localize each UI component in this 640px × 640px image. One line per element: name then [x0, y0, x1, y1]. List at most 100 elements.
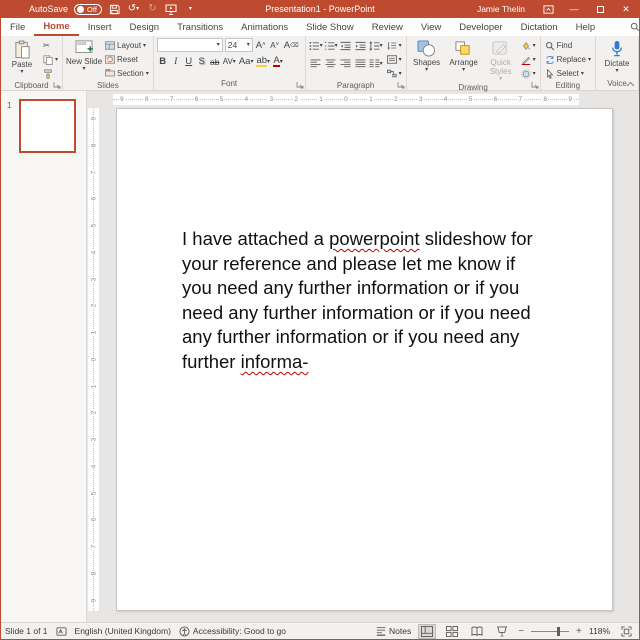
tab-dictation[interactable]: Dictation: [512, 18, 567, 36]
maximize-button[interactable]: [587, 0, 613, 18]
start-from-beginning-button[interactable]: [165, 2, 178, 16]
align-left-button[interactable]: [309, 57, 323, 70]
zoom-slider-thumb[interactable]: [557, 627, 560, 636]
close-button[interactable]: ✕: [613, 0, 639, 18]
reading-view-button[interactable]: [468, 624, 486, 639]
shape-effects-button[interactable]: [520, 67, 537, 80]
search-input[interactable]: Search: [630, 18, 640, 36]
justify-button[interactable]: [354, 57, 368, 70]
vertical-ruler[interactable]: 9876543210123456789: [88, 108, 99, 611]
presentation-icon: [165, 4, 177, 15]
align-text-button[interactable]: [386, 53, 403, 66]
fit-slide-to-window-button[interactable]: [617, 624, 635, 639]
font-name-combobox[interactable]: [157, 38, 223, 52]
section-button[interactable]: Section: [104, 67, 150, 80]
select-button[interactable]: Select: [544, 67, 592, 80]
line-spacing-button[interactable]: [369, 39, 383, 52]
copy-button[interactable]: [42, 53, 59, 66]
increase-indent-button[interactable]: [354, 39, 368, 52]
notes-button[interactable]: Notes: [376, 626, 411, 636]
quick-styles-button[interactable]: Quick Styles: [484, 38, 518, 82]
tab-slide-show[interactable]: Slide Show: [297, 18, 363, 36]
arrange-button[interactable]: Arrange: [446, 38, 482, 73]
clipboard-dialog-launcher[interactable]: [53, 81, 61, 89]
layout-button[interactable]: Layout: [104, 39, 150, 52]
shapes-button[interactable]: Shapes: [410, 38, 444, 73]
slide-text[interactable]: I have attached a powerpoint slideshow f…: [182, 227, 533, 375]
text-direction-button[interactable]: [386, 39, 403, 52]
user-name[interactable]: Jamie Thelin: [477, 4, 525, 14]
text-shadow-button[interactable]: S: [196, 55, 208, 69]
chevron-down-icon: [320, 43, 323, 49]
columns-button[interactable]: [369, 57, 383, 70]
increase-font-size-button[interactable]: A˄: [255, 38, 267, 52]
new-slide-button[interactable]: New Slide: [66, 38, 102, 72]
text-highlight-color-button[interactable]: ab: [255, 55, 271, 69]
undo-button[interactable]: ↺: [127, 2, 140, 16]
normal-view-button[interactable]: [418, 624, 436, 639]
slide-1-thumbnail[interactable]: [19, 99, 76, 153]
layout-label: Layout: [117, 41, 141, 50]
format-painter-button[interactable]: [42, 67, 59, 80]
tab-view[interactable]: View: [412, 18, 450, 36]
dictate-button[interactable]: Dictate: [599, 38, 635, 74]
align-right-button[interactable]: [339, 57, 353, 70]
collapse-ribbon-button[interactable]: [626, 81, 635, 87]
slide-show-button[interactable]: [493, 624, 511, 639]
numbering-button[interactable]: [324, 39, 338, 52]
spell-check-button[interactable]: [56, 626, 67, 637]
tab-animations[interactable]: Animations: [232, 18, 297, 36]
tab-file[interactable]: File: [1, 18, 34, 36]
zoom-slider[interactable]: [531, 631, 569, 632]
find-button[interactable]: Find: [544, 39, 592, 52]
tab-home[interactable]: Home: [34, 18, 78, 36]
strikethrough-button[interactable]: ab: [209, 55, 221, 69]
minimize-icon: —: [570, 4, 579, 14]
font-dialog-launcher[interactable]: [296, 81, 304, 89]
slide-editing-surface[interactable]: I have attached a powerpoint slideshow f…: [116, 108, 613, 611]
decrease-font-size-button[interactable]: A˅: [269, 38, 281, 52]
minimize-button[interactable]: —: [561, 0, 587, 18]
tab-help[interactable]: Help: [567, 18, 605, 36]
ribbon-display-options-button[interactable]: [535, 0, 561, 18]
font-size-combobox[interactable]: 24: [225, 38, 253, 52]
convert-to-smartart-button[interactable]: [386, 67, 403, 80]
cut-button[interactable]: ✂: [42, 39, 59, 52]
save-button[interactable]: [108, 2, 121, 16]
autosave-toggle[interactable]: Off: [74, 4, 102, 15]
tab-review[interactable]: Review: [363, 18, 412, 36]
replace-button[interactable]: Replace: [544, 53, 592, 66]
clear-formatting-button[interactable]: A⌫: [283, 38, 300, 52]
font-color-button[interactable]: A: [272, 55, 284, 69]
shape-fill-button[interactable]: [520, 39, 537, 52]
redo-button[interactable]: ↻: [146, 2, 159, 16]
tab-transitions[interactable]: Transitions: [168, 18, 232, 36]
customize-quick-access-button[interactable]: [184, 2, 197, 16]
accessibility-status[interactable]: Accessibility: Good to go: [179, 626, 286, 637]
character-spacing-button[interactable]: AV: [222, 55, 237, 69]
slide-indicator[interactable]: Slide 1 of 1: [5, 626, 48, 636]
bold-button[interactable]: B: [157, 55, 169, 69]
tab-insert[interactable]: Insert: [79, 18, 121, 36]
reset-button[interactable]: Reset: [104, 53, 150, 66]
arrange-label: Arrange: [449, 58, 477, 67]
paste-button[interactable]: Paste: [4, 38, 40, 75]
shape-outline-button[interactable]: [520, 53, 537, 66]
bullets-button[interactable]: [309, 39, 323, 52]
paragraph-dialog-launcher[interactable]: [397, 81, 405, 89]
underline-button[interactable]: U: [183, 55, 195, 69]
change-case-button[interactable]: Aa: [238, 55, 255, 69]
zoom-in-button[interactable]: +: [576, 626, 582, 637]
slide-sorter-view-button[interactable]: [443, 624, 461, 639]
horizontal-ruler[interactable]: 9876543210123456789: [113, 94, 579, 105]
italic-button[interactable]: I: [170, 55, 182, 69]
zoom-level[interactable]: 118%: [589, 626, 610, 636]
tab-design[interactable]: Design: [120, 18, 168, 36]
drawing-dialog-launcher[interactable]: [531, 81, 539, 89]
decrease-indent-button[interactable]: [339, 39, 353, 52]
zoom-out-button[interactable]: −: [518, 626, 524, 637]
align-center-button[interactable]: [324, 57, 338, 70]
language-indicator[interactable]: English (United Kingdom): [75, 626, 171, 636]
ruler-number: 0: [89, 358, 98, 362]
tab-developer[interactable]: Developer: [450, 18, 511, 36]
